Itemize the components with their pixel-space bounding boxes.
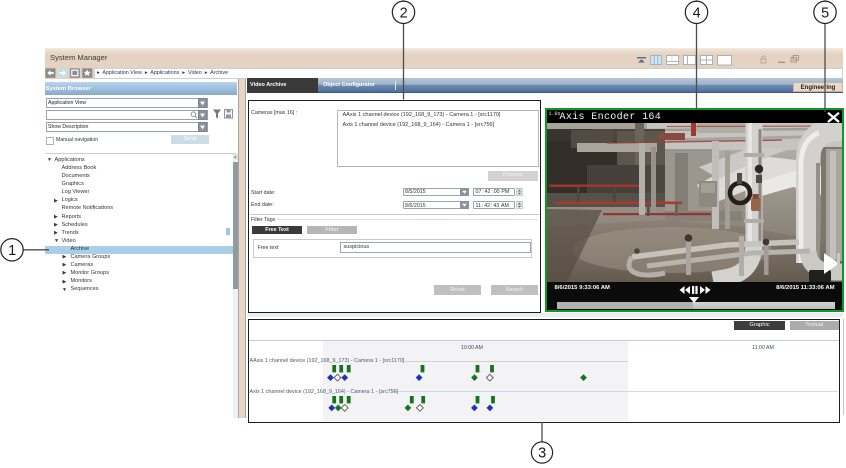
svg-text:5: 5 [821, 6, 829, 22]
svg-text:3: 3 [538, 445, 546, 461]
svg-text:2: 2 [400, 6, 408, 22]
svg-text:1: 1 [8, 243, 16, 259]
svg-text:4: 4 [693, 6, 701, 22]
